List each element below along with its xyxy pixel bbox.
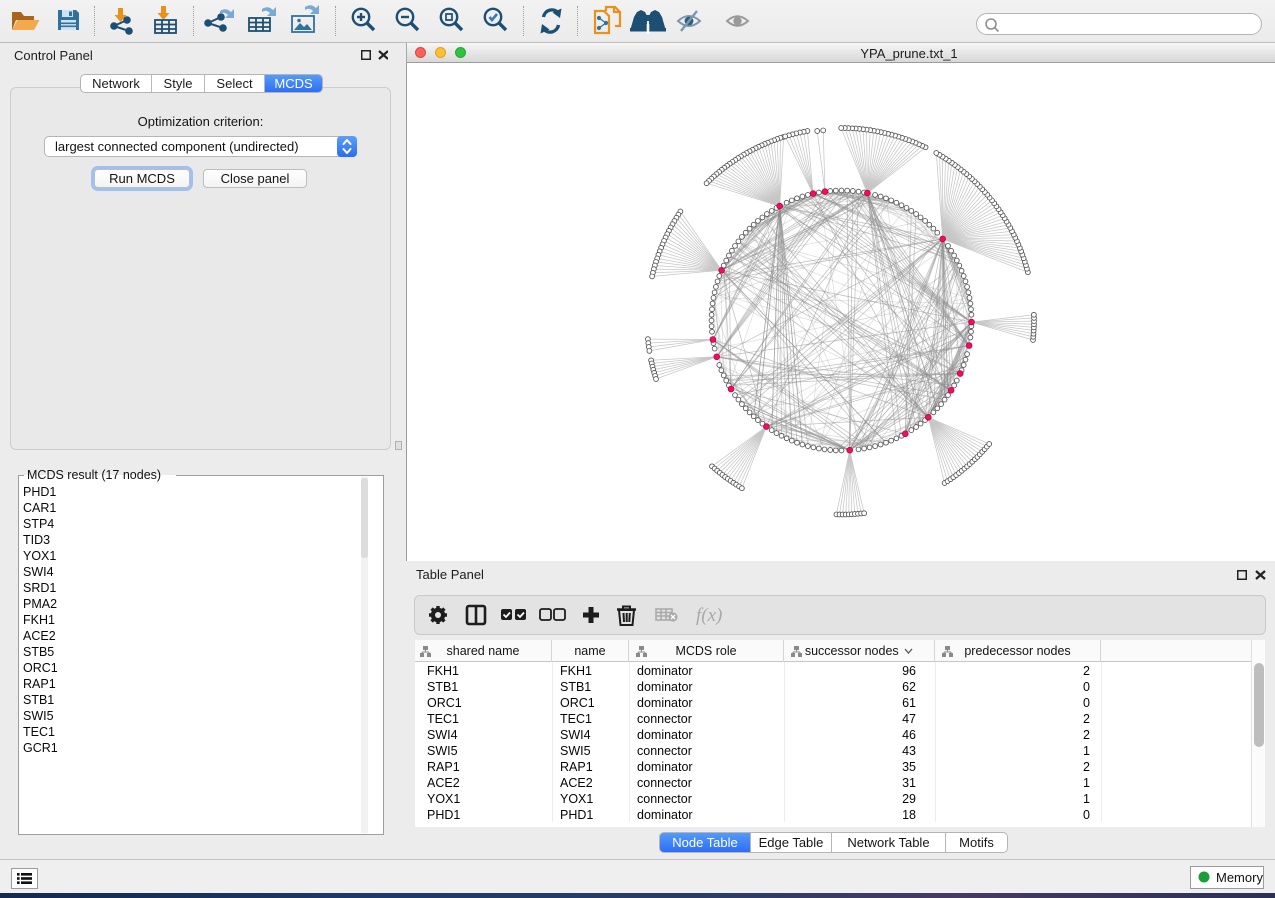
svg-text:f(x): f(x) [696, 605, 722, 626]
